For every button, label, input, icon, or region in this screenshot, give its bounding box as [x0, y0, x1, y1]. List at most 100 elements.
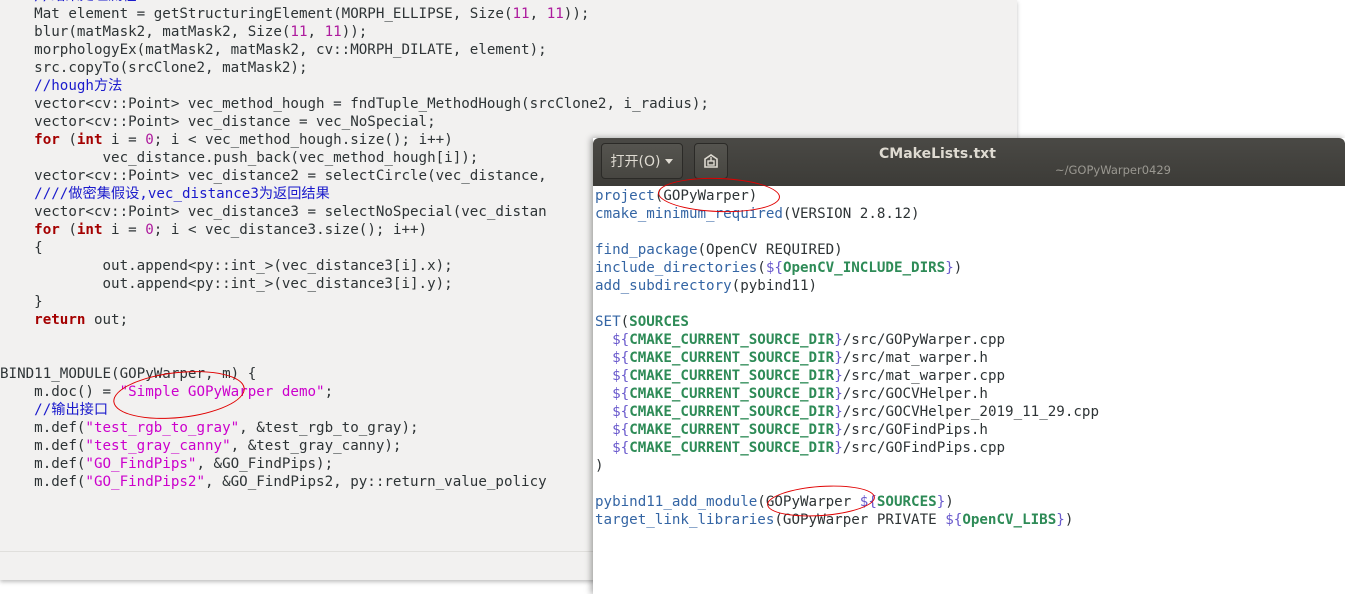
- code-token: "test_gray_canny": [85, 438, 231, 454]
- code-token: }: [834, 332, 843, 348]
- code-token: //输出接口: [34, 402, 109, 418]
- cmake-line: project(GOPyWarper): [595, 187, 1099, 205]
- code-token: }: [834, 368, 843, 384]
- code-token: add_subdirectory: [595, 278, 732, 294]
- code-token: }: [936, 494, 946, 510]
- code-line: morphologyEx(matMask2, matMask2, cv::MOR…: [0, 41, 709, 59]
- code-token: ${: [612, 386, 630, 402]
- code-token: CMAKE_CURRENT_SOURCE_DIR: [629, 332, 835, 348]
- code-token: (VERSION 2.8.12): [782, 206, 920, 222]
- code-token: out;: [85, 312, 129, 328]
- code-token: CMAKE_CURRENT_SOURCE_DIR: [629, 404, 835, 420]
- cmake-line: add_subdirectory(pybind11): [595, 277, 1099, 295]
- code-token: /src/GOFindPips.cpp: [842, 440, 1006, 456]
- code-token: (OpenCV REQUIRED): [697, 242, 843, 258]
- window-subtitle: ~/GOPyWarper0429: [1055, 163, 1171, 177]
- code-token: CMAKE_CURRENT_SOURCE_DIR: [629, 422, 835, 438]
- code-token: OpenCV_INCLUDE_DIRS: [782, 260, 946, 276]
- code-token: vector<cv::Point> vec_method_hough = fnd…: [0, 96, 709, 112]
- code-token: /src/mat_warper.h: [842, 350, 988, 366]
- code-token: }: [0, 294, 43, 310]
- code-token: blur(matMask2, matMask2, Size(: [0, 24, 291, 40]
- code-token: ): [1064, 512, 1074, 528]
- code-token: CMAKE_CURRENT_SOURCE_DIR: [629, 386, 835, 402]
- cmake-line: include_directories(${OpenCV_INCLUDE_DIR…: [595, 259, 1099, 277]
- code-line: Mat element = getStructuringElement(MORP…: [0, 5, 709, 23]
- code-token: vec_distance.push_back(vec_method_hough[…: [0, 150, 479, 166]
- code-token: ,: [307, 24, 325, 40]
- code-token: project: [595, 188, 655, 204]
- code-token: find_package: [595, 242, 698, 258]
- cmake-line: target_link_libraries(GOPyWarper PRIVATE…: [595, 511, 1099, 529]
- code-line: blur(matMask2, matMask2, Size(11, 11));: [0, 23, 709, 41]
- code-token: 11: [512, 6, 530, 22]
- code-token: , &test_rgb_to_gray);: [239, 420, 419, 436]
- code-token: }: [1056, 512, 1065, 528]
- code-token: SOURCES: [876, 494, 937, 510]
- code-token: i =: [102, 132, 146, 148]
- cmake-line: SET(SOURCES: [595, 313, 1099, 331]
- cmake-line: ​: [595, 295, 1099, 313]
- code-token: (: [620, 314, 630, 330]
- cmake-code[interactable]: project(GOPyWarper) cmake_minimum_require…: [595, 187, 1099, 529]
- code-token: ${: [765, 260, 783, 276]
- code-token: m.def(: [0, 456, 86, 472]
- code-token: ): [595, 458, 604, 474]
- titlebar: 打开(O) CMakeLists.txt ~/GOPyWarper0429: [593, 138, 1345, 186]
- code-token: /src/GOCVHelper.h: [842, 386, 988, 402]
- code-token: , &GO_FindPips2, py::return_value_policy: [205, 474, 547, 490]
- code-line: vector<cv::Point> vec_method_hough = fnd…: [0, 95, 709, 113]
- code-token: ): [953, 260, 963, 276]
- code-token: include_directories: [595, 260, 758, 276]
- code-token: ));: [563, 6, 590, 22]
- cmake-line: ​: [595, 223, 1099, 241]
- code-token: (: [757, 260, 766, 276]
- code-token: }: [834, 422, 843, 438]
- code-token: for: [34, 222, 60, 238]
- cmake-line: ): [595, 457, 1099, 475]
- code-token: 0: [145, 222, 154, 238]
- code-token: }: [834, 350, 843, 366]
- code-token: ): [945, 494, 954, 510]
- code-token: m.def(: [0, 438, 86, 454]
- cmake-line: ​: [595, 475, 1099, 493]
- code-token: ${: [612, 404, 630, 420]
- code-token: /src/GOCVHelper_2019_11_29.cpp: [842, 404, 1099, 420]
- code-token: }: [834, 386, 843, 402]
- code-token: (GOPyWarper: [757, 494, 860, 510]
- cmake-line: pybind11_add_module(GOPyWarper ${SOURCES…: [595, 493, 1099, 511]
- code-token: ${: [612, 350, 630, 366]
- code-token: "GO_FindPips": [85, 456, 197, 472]
- code-token: pybind11_add_module: [595, 494, 758, 510]
- code-token: 0: [145, 132, 154, 148]
- code-token: SET: [595, 314, 621, 330]
- code-token: //hough方法: [34, 78, 123, 94]
- code-token: int: [76, 132, 103, 148]
- code-token: /src/mat_warper.cpp: [842, 368, 1006, 384]
- code-token: /src/GOFindPips.h: [842, 422, 988, 438]
- code-token: ////做密集假设,vec_distance3为返回结果: [34, 186, 330, 202]
- code-token: vector<cv::Point> vec_distance3 = select…: [0, 204, 547, 220]
- code-token: ${: [945, 512, 963, 528]
- cmake-line: ${CMAKE_CURRENT_SOURCE_DIR}/src/GOFindPi…: [595, 439, 1099, 457]
- code-token: ${: [612, 422, 630, 438]
- code-token: /src/GOPyWarper.cpp: [842, 332, 1006, 348]
- code-token: 11: [290, 24, 308, 40]
- code-token: 11: [546, 6, 564, 22]
- code-line: vector<cv::Point> vec_distance = vec_NoS…: [0, 113, 709, 131]
- code-token: }: [834, 404, 843, 420]
- code-line: //hough方法: [0, 77, 709, 95]
- code-token: BIND11_MODULE(GOPyWarper, m) {: [0, 366, 257, 382]
- code-token: , &test_gray_canny);: [230, 438, 402, 454]
- code-token: (GOPyWarper PRIVATE: [774, 512, 946, 528]
- code-token: ; i < vec_distance3.size(); i++): [153, 222, 428, 238]
